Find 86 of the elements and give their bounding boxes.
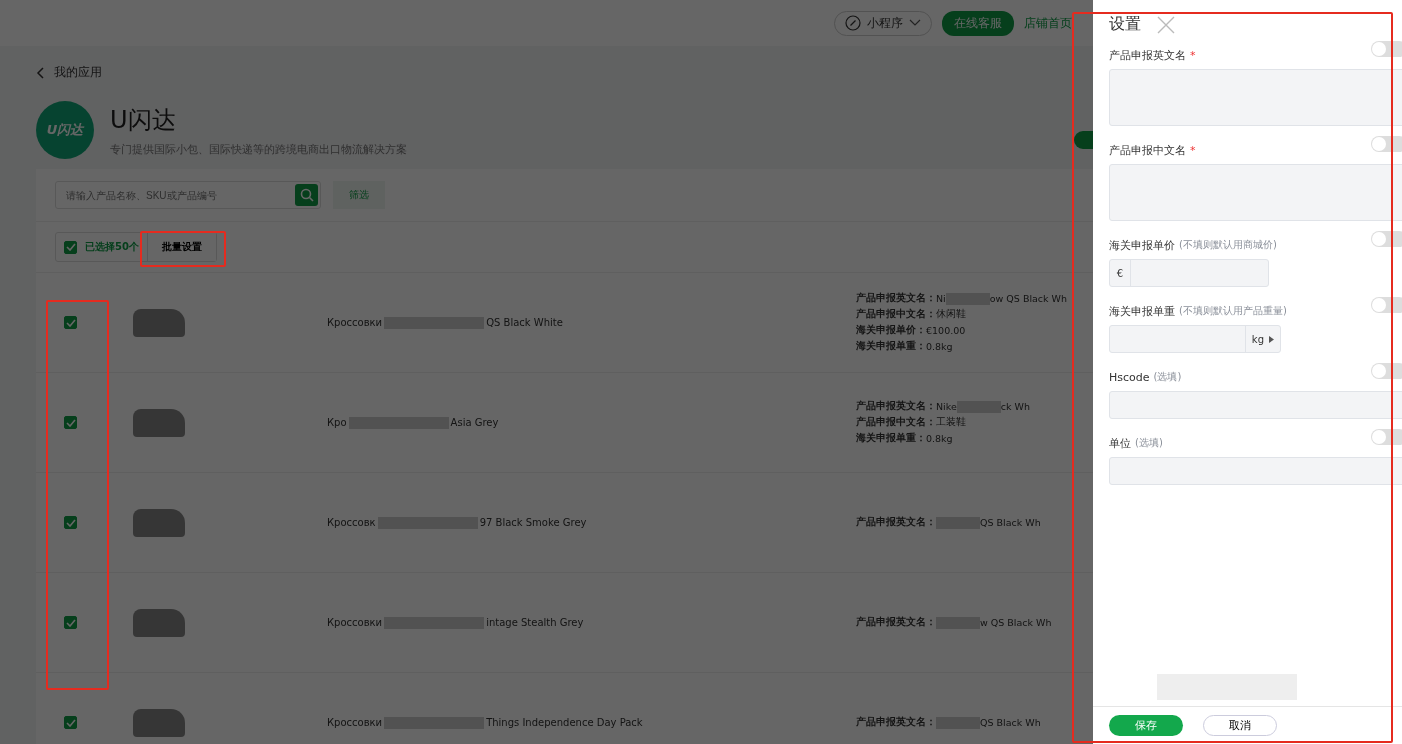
batch-settings-button[interactable]: 批量设置 xyxy=(146,233,216,261)
detail-label: 产品申报英文名： xyxy=(856,400,936,413)
field-hint: (选填) xyxy=(1135,436,1163,450)
back-link[interactable]: 我的应用 xyxy=(54,64,102,81)
required-mark: * xyxy=(1190,143,1196,157)
search-icon xyxy=(299,188,314,202)
detail-value: QS Black Wh xyxy=(980,717,1041,728)
save-button[interactable]: 保存 xyxy=(1109,715,1183,736)
required-mark: * xyxy=(1190,48,1196,62)
photo-placeholder xyxy=(133,308,185,337)
product-name: Things Independence Day Pack xyxy=(486,717,643,728)
product-name: Кроссовки xyxy=(327,717,383,728)
detail-label: 产品申报英文名： xyxy=(856,292,936,305)
select-all-checkbox[interactable] xyxy=(64,240,77,254)
drawer-title: 设置 xyxy=(1109,14,1141,35)
detail-label: 产品申报英文名： xyxy=(856,616,936,629)
weight-input-field[interactable]: kg xyxy=(1109,325,1281,353)
photo-placeholder xyxy=(133,608,185,637)
row-checkbox[interactable] xyxy=(64,616,77,629)
field-label: 产品申报中文名 xyxy=(1109,142,1186,158)
app-title: U闪达 xyxy=(110,104,177,136)
detail-value: QS Black Wh xyxy=(980,517,1041,528)
search-button[interactable] xyxy=(295,184,318,206)
detail-value: 0.8kg xyxy=(926,433,953,444)
app-logo: U闪达 xyxy=(36,101,94,159)
product-name: Кроссовки xyxy=(327,317,383,328)
photo-placeholder xyxy=(133,408,185,437)
detail-label: 海关申报单重： xyxy=(856,432,926,443)
chevron-down-icon xyxy=(909,19,921,27)
detail-value: w QS Black Wh xyxy=(980,617,1052,628)
product-name: QS Black White xyxy=(486,317,563,328)
price-input-field[interactable]: € xyxy=(1109,259,1269,287)
selected-count: 已选择50个 xyxy=(85,240,139,254)
field-label: 海关申报单重 xyxy=(1109,303,1175,319)
online-service-button[interactable]: 在线客服 xyxy=(942,10,1014,36)
detail-value: ck Wh xyxy=(1000,401,1030,412)
product-name: Кро xyxy=(327,417,347,428)
product-name: Asia Grey xyxy=(450,417,499,428)
photo-placeholder xyxy=(133,508,185,537)
detail-label: 产品申报英文名： xyxy=(856,516,936,529)
field-label: 产品申报英文名 xyxy=(1109,47,1186,63)
row-checkbox[interactable] xyxy=(64,416,77,429)
detail-value: 工装鞋 xyxy=(936,416,966,429)
toggle-switch[interactable] xyxy=(1371,363,1402,379)
field-label: Hscode xyxy=(1109,370,1150,384)
detail-value: Nike xyxy=(936,401,957,412)
toggle-switch[interactable] xyxy=(1371,136,1402,152)
detail-label: 产品申报中文名： xyxy=(856,416,936,429)
field-hint: (不填则默认用产品重量) xyxy=(1179,304,1287,318)
detail-value: Ni xyxy=(936,293,946,304)
detail-label: 产品申报英文名： xyxy=(856,716,936,729)
detail-label: 产品申报中文名： xyxy=(856,308,936,321)
detail-value: 0.8kg xyxy=(926,341,953,352)
input-field[interactable] xyxy=(1109,457,1402,485)
toggle-switch[interactable] xyxy=(1371,297,1402,313)
field-label: 海关申报单价 xyxy=(1109,237,1175,253)
detail-value: 休闲鞋 xyxy=(936,308,966,321)
detail-value: ow QS Black Wh xyxy=(989,293,1068,304)
link-icon xyxy=(845,15,861,31)
cancel-button[interactable]: 取消 xyxy=(1203,715,1277,736)
field-label: 单位 xyxy=(1109,435,1131,451)
detail-label: 海关申报单价： xyxy=(856,324,926,337)
row-checkbox[interactable] xyxy=(64,716,77,729)
input-field[interactable] xyxy=(1109,164,1402,221)
filter-button[interactable]: 筛选 xyxy=(333,181,385,209)
product-name: intage Stealth Grey xyxy=(486,617,584,628)
toggle-switch[interactable] xyxy=(1371,429,1402,445)
unit-selector[interactable]: kg xyxy=(1244,326,1280,352)
detail-label: 海关申报单重： xyxy=(856,340,926,351)
row-checkbox[interactable] xyxy=(64,316,77,329)
field-hint: (不填则默认用商城价) xyxy=(1179,238,1277,252)
input-field[interactable] xyxy=(1109,69,1402,126)
caret-icon[interactable] xyxy=(1269,335,1274,343)
field-hint: (选填) xyxy=(1153,370,1182,384)
back-icon[interactable] xyxy=(36,66,44,79)
product-name: Кроссовки xyxy=(327,617,383,628)
product-name: 97 Black Smoke Grey xyxy=(479,517,587,528)
close-icon[interactable] xyxy=(1157,15,1175,34)
toggle-switch[interactable] xyxy=(1371,231,1402,247)
detail-value: €100.00 xyxy=(926,325,966,336)
photo-placeholder xyxy=(133,708,185,737)
toggle-switch[interactable] xyxy=(1371,41,1402,57)
shop-home-link[interactable]: 店铺首页 xyxy=(1024,14,1072,32)
product-name: Кроссовк xyxy=(327,517,376,528)
row-checkbox[interactable] xyxy=(64,516,77,529)
input-field[interactable] xyxy=(1109,391,1402,419)
